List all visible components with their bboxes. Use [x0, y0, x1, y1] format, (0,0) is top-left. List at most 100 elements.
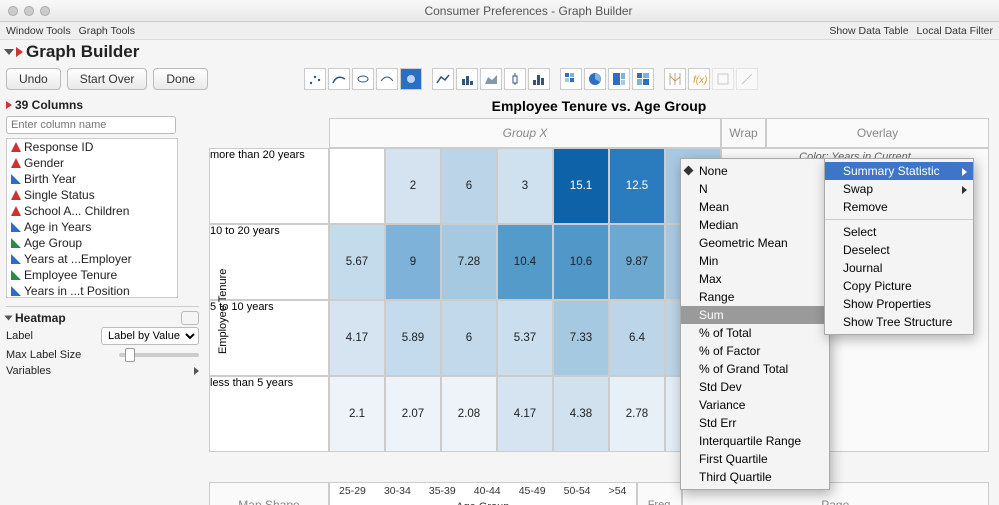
stat-menu-item[interactable]: Mean — [681, 198, 829, 216]
heatmap-cell[interactable]: 5.67 — [329, 224, 385, 300]
stat-menu-item[interactable]: None — [681, 162, 829, 180]
heatmap-cell[interactable]: 2.07 — [385, 376, 441, 452]
min-dot[interactable] — [24, 6, 34, 16]
drop-zone-freq[interactable]: Freq — [637, 482, 682, 505]
parallel-icon[interactable] — [664, 68, 686, 90]
stat-menu-item[interactable]: Max — [681, 270, 829, 288]
red-triangle-icon[interactable] — [16, 47, 23, 57]
context-menu-item[interactable]: Show Tree Structure — [825, 313, 973, 331]
area-icon[interactable] — [480, 68, 502, 90]
close-dot[interactable] — [8, 6, 18, 16]
treemap-icon[interactable] — [608, 68, 630, 90]
column-item[interactable]: Response ID — [7, 139, 177, 155]
zoom-dot[interactable] — [40, 6, 50, 16]
heatmap-cell[interactable]: 7.33 — [553, 300, 609, 376]
heatmap-cell[interactable]: 6 — [441, 148, 497, 224]
heatmap-cell[interactable]: 3 — [497, 148, 553, 224]
heatmap-cell[interactable]: 4.38 — [553, 376, 609, 452]
stat-menu-item[interactable]: Sum — [681, 306, 829, 324]
points-icon[interactable] — [304, 68, 326, 90]
heatmap-cell[interactable]: 10.4 — [497, 224, 553, 300]
column-item[interactable]: Years in ...t Position — [7, 283, 177, 298]
drop-zone-map-shape[interactable]: Map Shape — [209, 482, 329, 505]
line-icon[interactable] — [432, 68, 454, 90]
heatmap-cell[interactable]: 6 — [441, 300, 497, 376]
done-button[interactable]: Done — [153, 68, 208, 90]
heatmap-cell[interactable]: 15.1 — [553, 148, 609, 224]
heatmap-cell[interactable]: 2 — [385, 148, 441, 224]
columns-red-triangle-icon[interactable] — [6, 101, 12, 109]
column-item[interactable]: Employee Tenure — [7, 267, 177, 283]
stat-menu-item[interactable]: Variance — [681, 396, 829, 414]
column-item[interactable]: School A... Children — [7, 203, 177, 219]
heatmap-cell[interactable] — [329, 148, 385, 224]
heatmap-cell[interactable]: 12.5 — [609, 148, 665, 224]
boxplot-icon[interactable] — [504, 68, 526, 90]
menu-window-tools[interactable]: Window Tools — [6, 25, 71, 37]
smoother-icon[interactable] — [328, 68, 350, 90]
stat-menu-item[interactable]: Min — [681, 252, 829, 270]
formula-icon[interactable]: f(x) — [688, 68, 710, 90]
context-menu-item[interactable]: Show Properties — [825, 295, 973, 313]
heatmap-cell[interactable]: 4.17 — [497, 376, 553, 452]
stat-menu-item[interactable]: N — [681, 180, 829, 198]
histogram-icon[interactable] — [528, 68, 550, 90]
context-menu-item[interactable]: Journal — [825, 259, 973, 277]
drop-zone-wrap[interactable]: Wrap — [721, 118, 766, 148]
stat-menu-item[interactable]: Third Quartile — [681, 468, 829, 486]
x-axis-zone[interactable]: 25-2930-3435-3940-4445-4950-54>54 Age Gr… — [329, 482, 637, 505]
column-item[interactable]: Gender — [7, 155, 177, 171]
panel-stepper[interactable] — [181, 311, 199, 325]
stat-menu-item[interactable]: % of Factor — [681, 342, 829, 360]
stat-menu-item[interactable]: Geometric Mean — [681, 234, 829, 252]
panel-disclosure-icon[interactable] — [5, 316, 13, 321]
context-menu-item[interactable]: Copy Picture — [825, 277, 973, 295]
column-list[interactable]: Response IDGenderBirth YearSingle Status… — [6, 138, 178, 298]
heatmap-cell[interactable]: 9 — [385, 224, 441, 300]
heatmap-cell[interactable]: 5.37 — [497, 300, 553, 376]
heatmap-icon[interactable] — [560, 68, 582, 90]
variables-expand-icon[interactable] — [194, 367, 199, 375]
context-menu-item[interactable]: Summary Statistic — [825, 162, 973, 180]
menu-local-data-filter[interactable]: Local Data Filter — [917, 25, 993, 37]
column-item[interactable]: Single Status — [7, 187, 177, 203]
undo-button[interactable]: Undo — [6, 68, 61, 90]
max-label-slider[interactable] — [119, 353, 199, 357]
column-search-input[interactable] — [6, 116, 176, 134]
stat-menu-item[interactable]: Interquartile Range — [681, 432, 829, 450]
column-item[interactable]: Age in Years — [7, 219, 177, 235]
contour-icon[interactable] — [376, 68, 398, 90]
context-menu-item[interactable]: Remove — [825, 198, 973, 216]
statistic-submenu[interactable]: NoneNMeanMedianGeometric MeanMinMaxRange… — [680, 158, 830, 490]
column-item[interactable]: Age Group — [7, 235, 177, 251]
mosaic-icon[interactable] — [632, 68, 654, 90]
ellipse-icon[interactable] — [400, 68, 422, 90]
heatmap-cell[interactable]: 2.78 — [609, 376, 665, 452]
disclosure-icon[interactable] — [4, 49, 14, 55]
context-menu-item[interactable]: Deselect — [825, 241, 973, 259]
stat-menu-item[interactable]: Median — [681, 216, 829, 234]
drop-zone-overlay[interactable]: Overlay — [766, 118, 989, 148]
pie-icon[interactable] — [584, 68, 606, 90]
heatmap-cell[interactable]: 4.17 — [329, 300, 385, 376]
stat-menu-item[interactable]: Range — [681, 288, 829, 306]
label-select[interactable]: Label by Value — [101, 327, 199, 345]
context-menu-item[interactable]: Swap — [825, 180, 973, 198]
stat-menu-item[interactable]: % of Total — [681, 324, 829, 342]
map-icon[interactable] — [712, 68, 734, 90]
heatmap-cell[interactable]: 10.6 — [553, 224, 609, 300]
stat-menu-item[interactable]: Std Err — [681, 414, 829, 432]
start-over-button[interactable]: Start Over — [67, 68, 148, 90]
column-item[interactable]: Birth Year — [7, 171, 177, 187]
stat-menu-item[interactable]: % of Grand Total — [681, 360, 829, 378]
heatmap-cell[interactable]: 9.87 — [609, 224, 665, 300]
context-menu[interactable]: Summary StatisticSwapRemoveSelectDeselec… — [824, 158, 974, 335]
heatmap-cell[interactable]: 6.4 — [609, 300, 665, 376]
window-controls[interactable] — [0, 6, 58, 16]
heatmap-cell[interactable]: 5.89 — [385, 300, 441, 376]
stat-menu-item[interactable]: First Quartile — [681, 450, 829, 468]
stat-menu-item[interactable]: Std Dev — [681, 378, 829, 396]
column-item[interactable]: Years at ...Employer — [7, 251, 177, 267]
heatmap-cell[interactable]: 2.1 — [329, 376, 385, 452]
bar-icon[interactable] — [456, 68, 478, 90]
